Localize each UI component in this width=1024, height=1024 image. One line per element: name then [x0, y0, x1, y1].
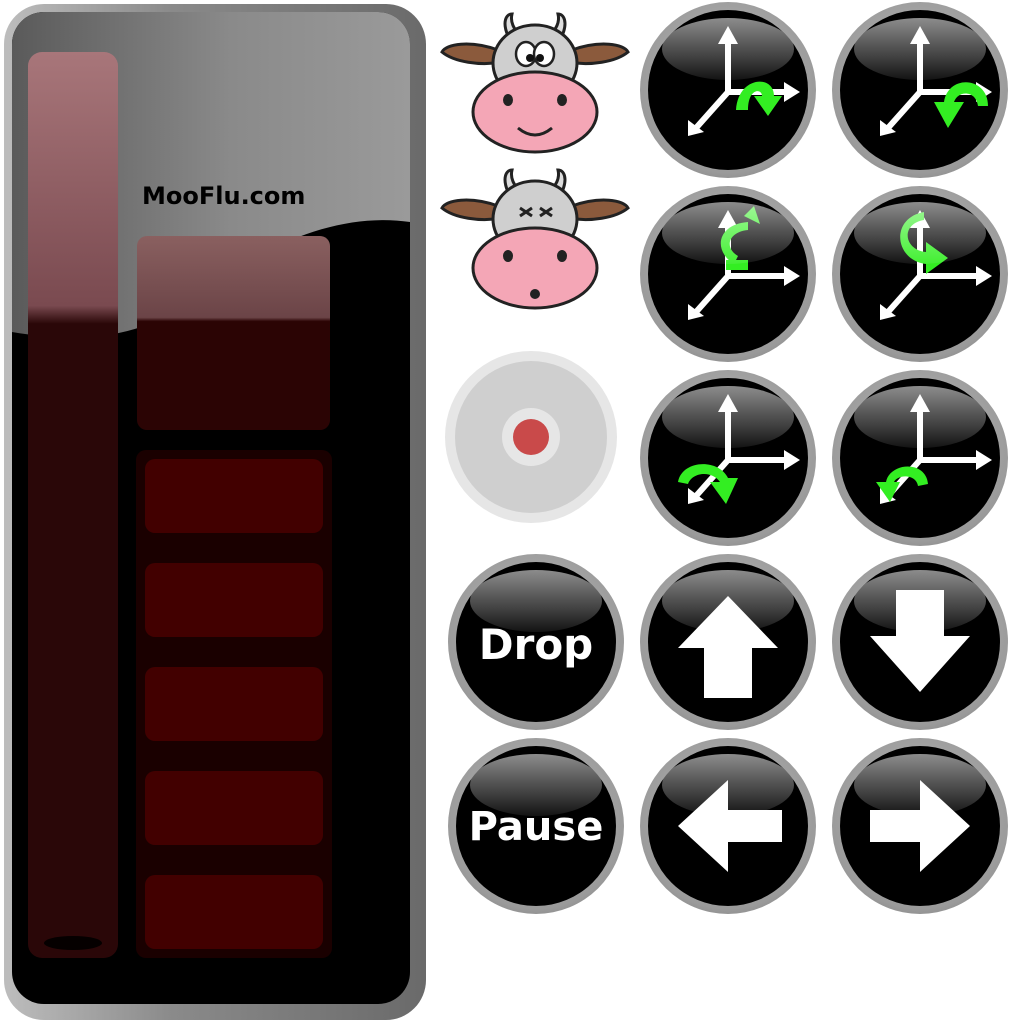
score-row — [145, 563, 323, 637]
move-left-button[interactable] — [640, 738, 816, 914]
rotate-button-5[interactable] — [640, 370, 816, 546]
game-well-base — [44, 936, 102, 950]
move-down-button[interactable] — [832, 554, 1008, 730]
record-button[interactable] — [444, 350, 618, 524]
score-row — [145, 459, 323, 533]
pause-button[interactable]: Pause — [448, 738, 624, 914]
score-panel — [136, 450, 332, 958]
game-well — [28, 52, 118, 958]
rotate-button-3[interactable] — [640, 186, 816, 362]
cow-dizzy-icon — [440, 168, 630, 310]
score-row — [145, 771, 323, 845]
record-icon — [513, 419, 549, 455]
move-up-button[interactable] — [640, 554, 816, 730]
cow-happy-icon — [440, 12, 630, 154]
rotate-button-4[interactable] — [832, 186, 1008, 362]
drop-button[interactable]: Drop — [448, 554, 624, 730]
score-row — [145, 667, 323, 741]
brand-label: MooFlu.com — [142, 182, 306, 210]
move-right-button[interactable] — [832, 738, 1008, 914]
rotate-button-2[interactable] — [832, 2, 1008, 178]
next-piece-box — [137, 236, 330, 430]
score-row — [145, 875, 323, 949]
rotate-button-6[interactable] — [832, 370, 1008, 546]
rotate-button-1[interactable] — [640, 2, 816, 178]
